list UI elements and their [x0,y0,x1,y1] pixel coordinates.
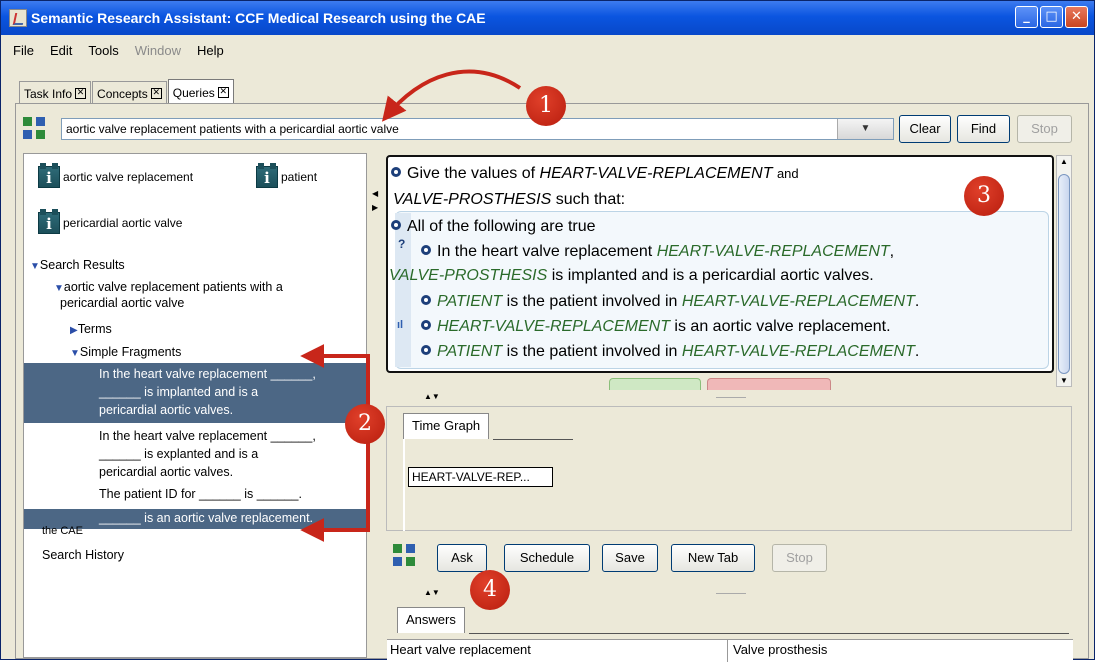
minimize-button[interactable]: _ [1015,6,1038,28]
expanded-triangle-icon: ▼ [54,283,64,294]
graph-node-hvr[interactable]: HEART-VALVE-REP... [408,467,553,487]
cae-logo-icon [23,117,45,139]
tab-concepts[interactable]: Concepts ✕ [92,81,167,103]
window-title: Semantic Research Assistant: CCF Medical… [31,10,486,26]
tab-time-graph[interactable]: Time Graph [403,413,490,439]
scroll-thumb[interactable] [1058,174,1070,374]
tab-label: Task Info [24,86,73,101]
fragment-item-selected[interactable]: In the heart valve replacement ______, _… [24,363,366,423]
bullet-icon [391,167,401,177]
stop-button[interactable]: Stop [772,544,827,572]
app-icon [9,9,27,27]
question-icon[interactable]: ? [398,237,405,251]
answers-table-header: Heart valve replacement Valve prosthesis [387,639,1073,662]
menu-window[interactable]: Window [135,43,181,58]
concept-pericardial-aortic-valve[interactable]: i pericardial aortic valve [38,209,183,234]
expanded-triangle-icon: ▼ [30,261,40,272]
main-tabs: Task Info ✕ Concepts ✕ Queries ✕ [19,79,235,103]
callout-1: 1 [526,86,566,126]
tree-node-search-history[interactable]: Search History [42,548,124,562]
schedule-button[interactable]: Schedule [504,544,590,572]
collapsed-triangle-icon: ▶ [70,325,78,336]
fragment-item[interactable]: In the heart valve replacement ______, _… [24,423,366,483]
new-tab-button[interactable]: New Tab [671,544,755,572]
condition-1-cont: VALVE-PROSTHESIS is implanted and is a p… [389,267,874,284]
condition-1[interactable]: In the heart valve replacement HEART-VAL… [421,243,894,261]
all-true-line: All of the following are true [391,218,596,236]
concept-label: pericardial aortic valve [63,216,183,230]
horizontal-split-divider[interactable]: ▲▼ [386,391,1072,405]
menu-tools[interactable]: Tools [88,43,118,58]
callout-2: 2 [345,404,385,444]
menu-bar: File Edit Tools Window Help [1,38,1094,62]
bullet-icon [421,320,431,330]
scroll-up-icon[interactable]: ▲ [1060,157,1068,166]
green-action-button[interactable] [609,378,701,390]
tab-task-info[interactable]: Task Info ✕ [19,81,92,103]
condition-4[interactable]: PATIENT is the patient involved in HEART… [421,343,919,361]
condition-3[interactable]: HEART-VALVE-REPLACEMENT is an aortic val… [421,318,891,336]
info-icon: i [256,163,278,188]
split-arrows-icon[interactable]: ▲▼ [424,588,440,597]
query-intro-line: Give the values of HEART-VALVE-REPLACEME… [391,165,799,183]
tab-label: Concepts [97,86,148,101]
info-icon: i [38,209,60,234]
collapse-left-icon[interactable]: ◀ [372,189,378,198]
tab-answers[interactable]: Answers [397,607,465,633]
query-intro-line-2: VALVE-PROSTHESIS such that: [393,191,626,208]
concept-patient[interactable]: i patient [256,163,318,188]
chevron-down-icon[interactable]: ▼ [837,119,893,139]
tree-node-simple-fragments[interactable]: ▼Simple Fragments [70,345,181,359]
red-action-button[interactable] [707,378,831,390]
info-icon: i [38,163,60,188]
expanded-triangle-icon: ▼ [70,348,80,359]
fragment-item[interactable]: The patient ID for ______ is ______. [24,483,366,505]
query-input[interactable]: aortic valve replacement patients with a… [61,118,894,140]
bullet-icon [421,345,431,355]
clear-button[interactable]: Clear [899,115,951,143]
tab-label: Queries [172,85,215,100]
tree-node-query[interactable]: ▼aortic valve replacement patients with … [54,280,283,294]
expand-right-icon[interactable]: ▶ [372,203,378,212]
concept-label: patient [281,170,318,184]
concept-tree-panel: i aortic valve replacement i patient i p… [23,153,367,658]
cae-logo-icon [393,544,415,566]
concept-aortic-valve-replacement[interactable]: i aortic valve replacement [38,163,194,188]
bullet-icon [421,245,431,255]
find-button[interactable]: Find [957,115,1010,143]
callout-4: 4 [470,570,510,610]
tree-node-query-cont: pericardial aortic valve [60,296,185,310]
tree-node-search-results[interactable]: ▼Search Results [30,258,125,272]
tree-node-terms[interactable]: ▶Terms [70,322,112,336]
menu-file[interactable]: File [13,43,34,58]
scroll-down-icon[interactable]: ▼ [1060,376,1068,385]
tab-queries[interactable]: Queries ✕ [167,79,234,103]
column-header-vp[interactable]: Valve prosthesis [733,642,827,657]
split-arrows-icon[interactable]: ▲▼ [424,392,440,401]
bullet-icon [421,295,431,305]
query-vertical-scrollbar[interactable]: ▲ ▼ [1056,155,1072,387]
column-header-hvr[interactable]: Heart valve replacement [390,642,531,657]
tree-node-cae[interactable]: the CAE [42,525,83,534]
bullet-icon [391,220,401,230]
close-tab-icon[interactable]: ✕ [150,88,162,99]
menu-help[interactable]: Help [197,43,224,58]
ask-button[interactable]: Ask [437,544,487,572]
callout-3: 3 [964,176,1004,216]
close-tab-icon[interactable]: ✕ [75,88,87,99]
maximize-button[interactable]: □ [1040,6,1063,28]
menu-edit[interactable]: Edit [50,43,72,58]
close-tab-icon[interactable]: ✕ [217,87,229,98]
stop-find-button[interactable]: Stop [1017,115,1072,143]
close-button[interactable]: ✕ [1065,6,1088,28]
bar-chart-icon[interactable]: ıl [397,319,403,331]
title-bar[interactable]: Semantic Research Assistant: CCF Medical… [1,1,1094,35]
condition-2[interactable]: PATIENT is the patient involved in HEART… [421,293,919,311]
save-button[interactable]: Save [602,544,658,572]
concept-label: aortic valve replacement [63,170,194,184]
